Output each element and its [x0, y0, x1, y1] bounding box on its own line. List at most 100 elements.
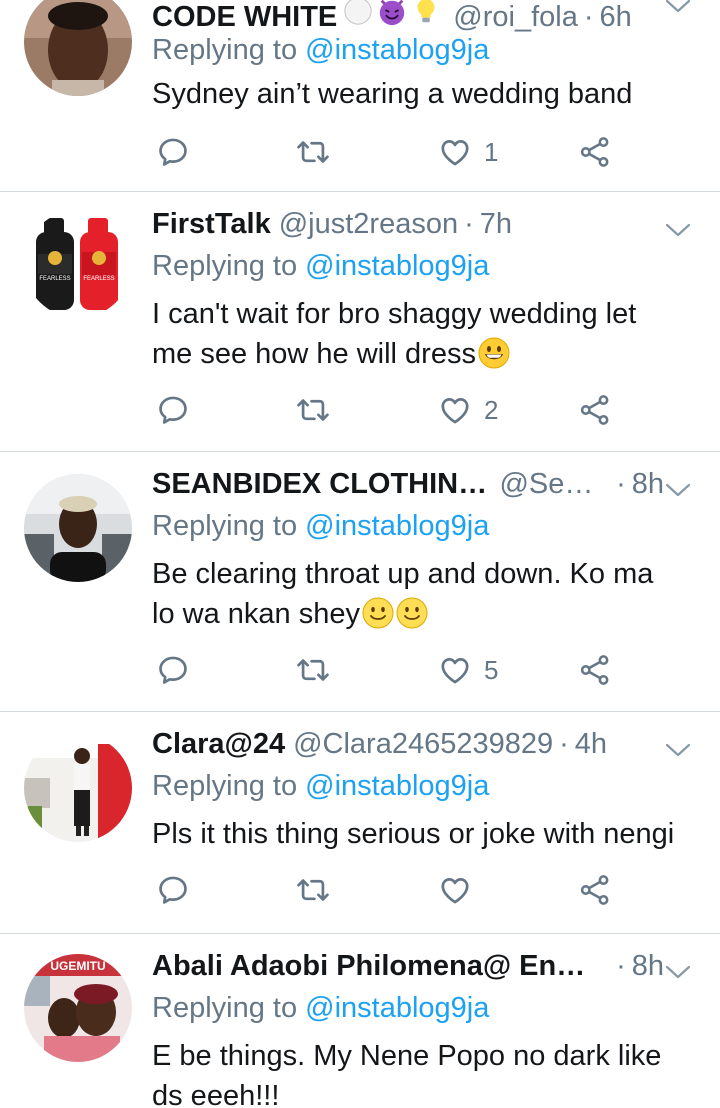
like-button[interactable] [438, 870, 484, 910]
share-icon [578, 393, 612, 427]
reply-button[interactable] [156, 390, 190, 430]
replying-to: Replying to @instablog9ja [152, 250, 489, 283]
retweet-button[interactable] [296, 870, 330, 910]
like-button[interactable]: 2 [438, 390, 498, 430]
avatar[interactable]: UGEMITU [24, 954, 132, 1062]
timestamp[interactable]: 7h [480, 208, 512, 241]
avatar[interactable] [24, 474, 132, 582]
replying-to-label: Replying to [152, 510, 298, 542]
tweet[interactable]: SEANBIDEX CLOTHINGS @Sea... · 8h Replyin… [0, 452, 720, 712]
mention-link[interactable]: @instablog9ja [305, 510, 489, 542]
tweet-text-line: Sydney ain’t wearing a wedding band [152, 78, 633, 110]
tweet[interactable]: FEARLESS FEARLESS FirstTalk @just2reason… [0, 192, 720, 452]
chevron-down-icon[interactable] [664, 480, 692, 500]
tweet-header: CODE WHITE @roi_fola · 6h [152, 0, 664, 36]
user-handle[interactable]: @Sea... [499, 468, 602, 501]
like-count: 1 [484, 136, 499, 167]
reply-button[interactable] [156, 650, 190, 690]
replying-to: Replying to @instablog9ja [152, 770, 489, 803]
like-button[interactable]: 1 [438, 132, 498, 172]
retweet-icon [296, 393, 330, 427]
retweet-button[interactable] [296, 390, 330, 430]
retweet-button[interactable] [296, 132, 330, 172]
tweet-text: Pls it this thing serious or joke with n… [152, 814, 700, 854]
smiling-devil-emoji [377, 0, 407, 26]
share-icon [578, 873, 612, 907]
replying-to-label: Replying to [152, 250, 298, 282]
mention-link[interactable]: @instablog9ja [305, 770, 489, 802]
avatar-photo [24, 734, 132, 842]
display-name[interactable]: Abali Adaobi Philomena@ Enti... [152, 950, 594, 983]
share-button[interactable] [578, 870, 612, 910]
timestamp[interactable]: 6h [600, 1, 632, 34]
avatar-photo [24, 474, 132, 582]
like-button[interactable]: 5 [438, 650, 498, 690]
display-name[interactable]: CODE WHITE [152, 1, 337, 34]
user-handle[interactable]: @roi_fola [453, 1, 578, 34]
user-handle[interactable]: @just2reason [279, 208, 458, 241]
bottle-label: FEARLESS [39, 276, 70, 282]
tweet-header: Clara@24 @Clara2465239829 · 4h [152, 728, 664, 768]
chevron-down-icon[interactable] [664, 740, 692, 760]
chevron-down-icon[interactable] [664, 962, 692, 982]
avatar-photo: UGEMITU [24, 954, 132, 1062]
like-icon [438, 135, 472, 169]
share-button[interactable] [578, 650, 612, 690]
timestamp[interactable]: 8h [632, 950, 664, 983]
display-name[interactable]: Clara@24 [152, 728, 285, 761]
chevron-down-icon[interactable] [664, 220, 692, 240]
user-handle[interactable]: @Clara2465239829 [293, 728, 553, 761]
retweet-icon [296, 653, 330, 687]
tweet[interactable]: UGEMITU Abali Adaobi Philomena@ Enti... … [0, 934, 720, 1108]
display-name[interactable]: FirstTalk [152, 208, 271, 241]
replying-to-label: Replying to [152, 992, 298, 1024]
mention-link[interactable]: @instablog9ja [305, 34, 489, 66]
separator-dot: · [616, 950, 626, 982]
like-icon [438, 873, 472, 907]
mention-link[interactable]: @instablog9ja [305, 992, 489, 1024]
separator-dot: · [464, 208, 474, 240]
tweet-text-line: me see how he will dress [152, 334, 700, 374]
slightly-smiling-emoji [396, 597, 428, 629]
name-emojis [343, 0, 445, 26]
avatar[interactable] [24, 734, 132, 842]
share-button[interactable] [578, 132, 612, 172]
retweet-button[interactable] [296, 650, 330, 690]
avatar[interactable] [24, 0, 132, 96]
like-icon [438, 653, 472, 687]
tweet-text-line: Pls it this thing serious or joke with n… [152, 818, 675, 850]
reply-icon [156, 873, 190, 907]
replying-to: Replying to @instablog9ja [152, 992, 489, 1025]
timestamp[interactable]: 4h [575, 728, 607, 761]
share-button[interactable] [578, 390, 612, 430]
display-name[interactable]: SEANBIDEX CLOTHINGS [152, 468, 491, 501]
avatar-photo [24, 0, 132, 96]
tweet-text: Be clearing throat up and down. Ko ma lo… [152, 554, 700, 634]
light-bulb-emoji [411, 0, 441, 26]
tweet[interactable]: Clara@24 @Clara2465239829 · 4h Replying … [0, 712, 720, 934]
tweet-actions: 1 [152, 132, 620, 172]
grinning-emoji [478, 337, 510, 369]
reply-icon [156, 393, 190, 427]
tweet-text: Sydney ain’t wearing a wedding band [152, 74, 700, 114]
chevron-down-icon[interactable] [664, 0, 692, 16]
white-circle-emoji [343, 0, 373, 26]
tweet-actions: 2 [152, 390, 620, 430]
tweet-text: I can't wait for bro shaggy wedding let … [152, 294, 700, 374]
tweet-actions: 5 [152, 650, 620, 690]
replying-to-label: Replying to [152, 34, 298, 66]
share-icon [578, 653, 612, 687]
tweet[interactable]: CODE WHITE @roi_fola · 6h Replying to @i… [0, 0, 720, 192]
replying-to-label: Replying to [152, 770, 298, 802]
separator-dot: · [583, 1, 594, 33]
avatar[interactable]: FEARLESS FEARLESS [24, 210, 132, 318]
reply-feed: CODE WHITE @roi_fola · 6h Replying to @i… [0, 0, 720, 1108]
mention-link[interactable]: @instablog9ja [305, 250, 489, 282]
bottle-label: FEARLESS [83, 276, 114, 282]
tweet-text-line: lo wa nkan shey [152, 594, 700, 634]
tweet-actions [152, 870, 620, 910]
tweet-text-line: E be things. My Nene Popo no dark like [152, 1040, 662, 1072]
reply-button[interactable] [156, 132, 190, 172]
timestamp[interactable]: 8h [632, 468, 664, 501]
reply-button[interactable] [156, 870, 190, 910]
